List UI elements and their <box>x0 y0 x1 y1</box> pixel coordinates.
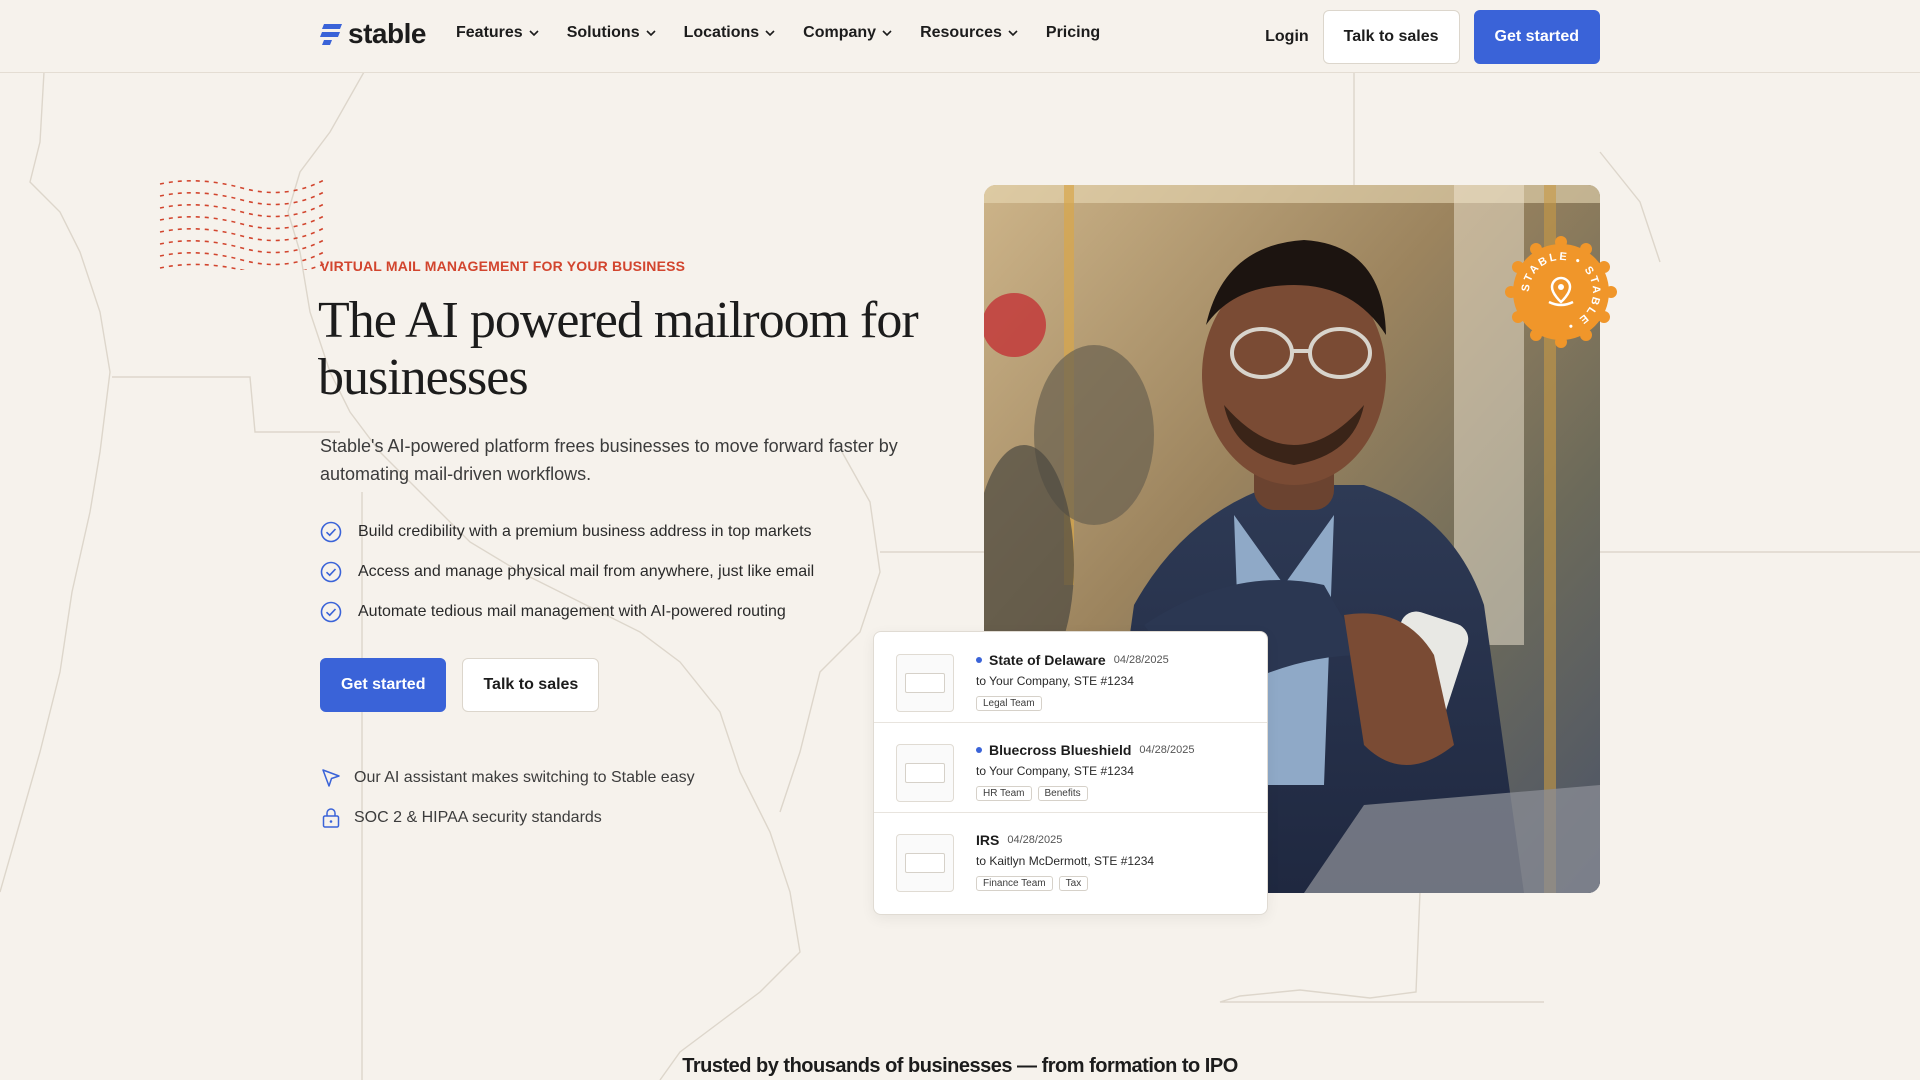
mail-item[interactable]: Bluecross Blueshield 04/28/2025 to Your C… <box>874 722 1267 813</box>
chevron-down-icon <box>1008 30 1018 37</box>
mail-title: Bluecross Blueshield 04/28/2025 <box>976 742 1194 758</box>
chevron-down-icon <box>882 30 892 37</box>
main-menu: Features Solutions Locations Company Res… <box>456 24 1128 42</box>
check-circle-icon <box>320 601 342 623</box>
envelope-preview <box>905 673 945 693</box>
mail-thumbnail <box>896 744 954 802</box>
assurance-item: SOC 2 & HIPAA security standards <box>320 798 695 838</box>
hero-eyebrow: VIRTUAL MAIL MANAGEMENT FOR YOUR BUSINES… <box>320 258 686 274</box>
chevron-down-icon <box>529 30 539 37</box>
menu-label: Locations <box>683 24 760 41</box>
menu-item-pricing[interactable]: Pricing <box>1046 24 1100 42</box>
unread-dot <box>976 657 982 663</box>
assurance-list: Our AI assistant makes switching to Stab… <box>320 758 695 838</box>
feature-bullet: Access and manage physical mail from any… <box>320 552 814 592</box>
nav-actions: Login Talk to sales Get started <box>1265 10 1600 64</box>
check-circle-icon <box>320 561 342 583</box>
assurance-item: Our AI assistant makes switching to Stab… <box>320 758 695 798</box>
lock-icon <box>322 808 340 828</box>
menu-item-company[interactable]: Company <box>803 24 892 42</box>
hero-get-started-button[interactable]: Get started <box>320 658 447 712</box>
chevron-down-icon <box>646 30 656 37</box>
mail-thumbnail <box>896 834 954 892</box>
login-link[interactable]: Login <box>1265 28 1309 46</box>
mail-tags: Finance Team Tax <box>976 876 1089 891</box>
stable-logo[interactable]: stable <box>320 18 426 50</box>
hero-talk-to-sales-button[interactable]: Talk to sales <box>462 658 600 712</box>
mail-thumbnail <box>896 654 954 712</box>
mail-item[interactable]: State of Delaware 04/28/2025 to Your Comp… <box>874 632 1267 723</box>
top-nav: stable Features Solutions Locations Comp… <box>0 0 1920 73</box>
logo-text: stable <box>348 18 426 49</box>
get-started-button[interactable]: Get started <box>1473 10 1600 64</box>
mail-date: 04/28/2025 <box>1007 834 1063 846</box>
envelope-preview <box>905 763 945 783</box>
mail-sender: IRS <box>976 832 1000 848</box>
mail-sender: State of Delaware <box>989 652 1106 668</box>
tag-legal-team: Legal Team <box>976 696 1042 711</box>
chevron-down-icon <box>765 30 775 37</box>
wave-pattern-decoration <box>159 180 325 270</box>
stable-location-badge: STABLE • STABLE • <box>1505 236 1617 348</box>
envelope-preview <box>905 853 945 873</box>
mail-item[interactable]: IRS 04/28/2025 to Kaitlyn McDermott, STE … <box>874 812 1267 902</box>
check-circle-icon <box>320 521 342 543</box>
mail-date: 04/28/2025 <box>1139 744 1195 756</box>
feature-bullets: Build credibility with a premium busines… <box>320 512 814 632</box>
unread-dot <box>976 747 982 753</box>
menu-label: Pricing <box>1045 24 1101 41</box>
hero-cta-row: Get started Talk to sales <box>320 658 600 712</box>
feature-bullet-text: Automate tedious mail management with AI… <box>358 603 786 620</box>
mail-recipient: to Your Company, STE #1234 <box>976 764 1134 778</box>
mail-title: IRS 04/28/2025 <box>976 832 1062 848</box>
mail-tags: HR Team Benefits <box>976 786 1088 801</box>
menu-item-solutions[interactable]: Solutions <box>567 24 656 42</box>
cursor-arrow-icon <box>322 769 340 787</box>
talk-to-sales-button[interactable]: Talk to sales <box>1322 10 1460 64</box>
mail-recipient: to Your Company, STE #1234 <box>976 674 1134 688</box>
mail-tags: Legal Team <box>976 696 1042 711</box>
menu-label: Solutions <box>566 24 640 41</box>
tag-finance-team: Finance Team <box>976 876 1053 891</box>
menu-label: Company <box>803 24 877 41</box>
hero-subtext: Stable's AI-powered platform frees busin… <box>320 436 898 484</box>
assurance-text: Our AI assistant makes switching to Stab… <box>354 769 695 786</box>
mail-date: 04/28/2025 <box>1113 654 1169 666</box>
menu-label: Features <box>456 24 523 41</box>
menu-item-resources[interactable]: Resources <box>920 24 1018 42</box>
tag-tax: Tax <box>1058 876 1089 891</box>
tag-benefits: Benefits <box>1037 786 1088 801</box>
menu-item-features[interactable]: Features <box>456 24 539 42</box>
menu-label: Resources <box>920 24 1002 41</box>
hero-headline: The AI powered mailroom for businesses <box>318 292 919 406</box>
feature-bullet: Build credibility with a premium busines… <box>320 512 814 552</box>
mail-sender: Bluecross Blueshield <box>989 742 1132 758</box>
menu-item-locations[interactable]: Locations <box>684 24 776 42</box>
tag-hr-team: HR Team <box>976 786 1032 801</box>
mail-inbox-card: State of Delaware 04/28/2025 to Your Comp… <box>873 631 1268 915</box>
trusted-by-heading: Trusted by thousands of businesses — fro… <box>682 1055 1238 1077</box>
feature-bullet: Automate tedious mail management with AI… <box>320 592 814 632</box>
feature-bullet-text: Build credibility with a premium busines… <box>358 523 812 540</box>
assurance-text: SOC 2 & HIPAA security standards <box>354 809 602 826</box>
feature-bullet-text: Access and manage physical mail from any… <box>358 563 815 580</box>
stable-logo-icon <box>320 24 342 45</box>
mail-recipient: to Kaitlyn McDermott, STE #1234 <box>976 854 1155 868</box>
mail-title: State of Delaware 04/28/2025 <box>976 652 1169 668</box>
